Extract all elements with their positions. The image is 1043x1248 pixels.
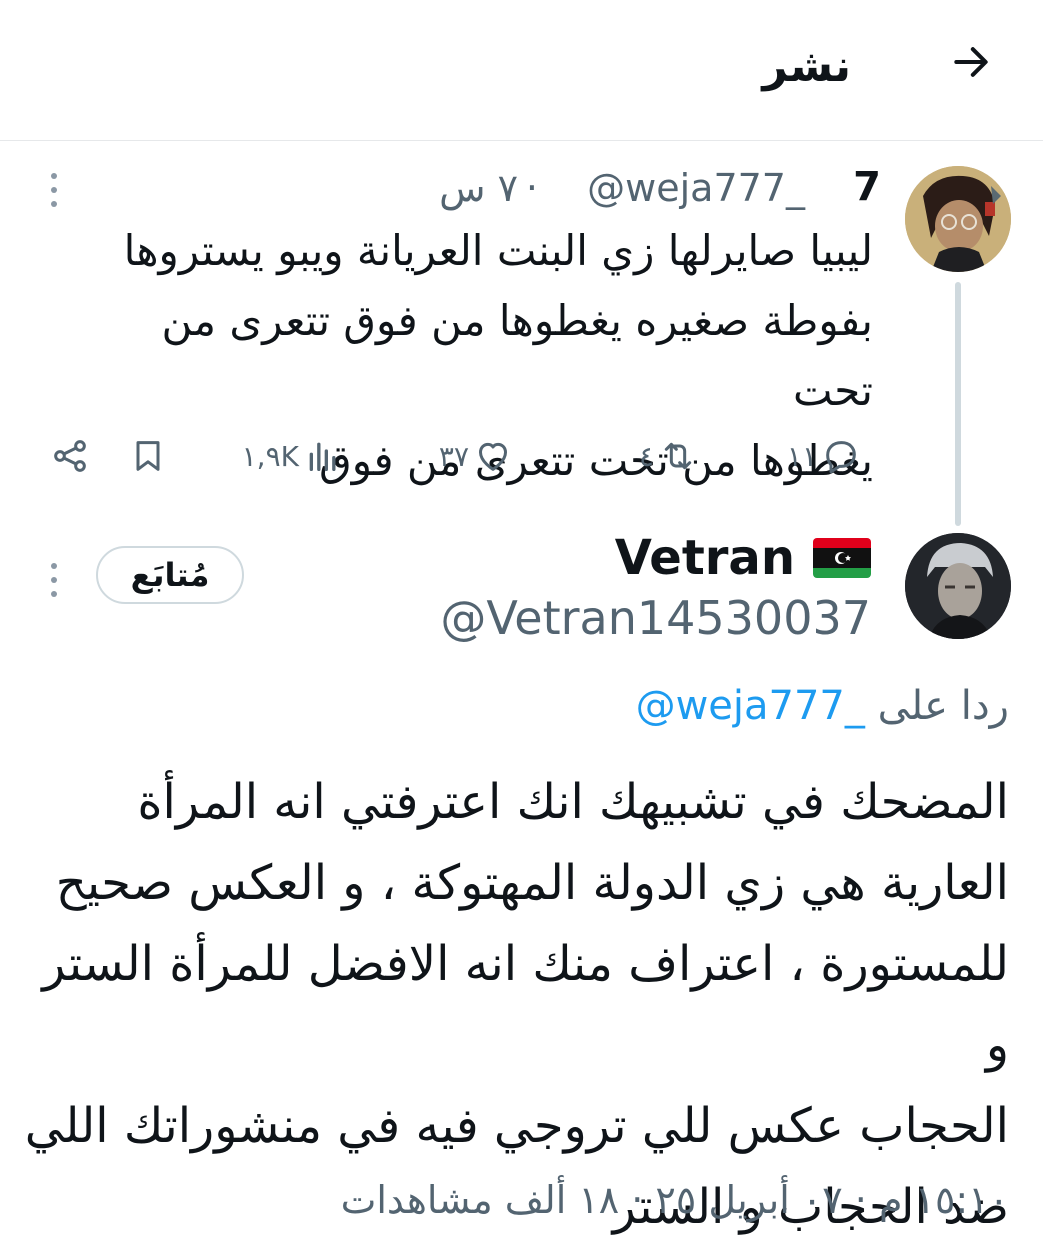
- author-handle[interactable]: @weja777_: [587, 165, 805, 211]
- libya-flag-icon: [813, 538, 871, 578]
- tweet-text-line: ليبيا صايرلها زي البنت العريانة ويبو يست…: [123, 226, 873, 275]
- tweet-time[interactable]: ٧ س: [439, 165, 518, 211]
- bookmark-button[interactable]: [128, 432, 168, 480]
- analytics-icon: [309, 442, 336, 471]
- reply-icon: [826, 441, 856, 474]
- tweet-text-line: المضحك في تشبيهك انك اعترفتي انه المرأة: [137, 774, 1009, 830]
- more-options-icon[interactable]: [42, 560, 66, 600]
- avatar[interactable]: [905, 533, 1011, 639]
- tweet-text-line: الحجاب عكس للي تروجي فيه في منشوراتك الل…: [24, 1098, 1009, 1154]
- mention-link[interactable]: @weja777_: [636, 683, 865, 729]
- author-name[interactable]: Vetran: [615, 528, 795, 588]
- retweet-count: ٤: [638, 439, 654, 473]
- replying-prefix: ردا على: [877, 683, 1009, 729]
- views-count: ١,٩K: [241, 439, 299, 473]
- retweet-icon: [664, 442, 692, 470]
- avatar[interactable]: [905, 166, 1011, 272]
- following-button[interactable]: مُتابَع: [96, 546, 244, 604]
- replying-to: ردا على @weja777_: [636, 680, 1009, 732]
- more-options-icon[interactable]: [42, 170, 66, 210]
- back-arrow-icon[interactable]: [949, 40, 993, 84]
- meta-separator: ·: [525, 166, 538, 210]
- tweet-text-line: العارية هي زي الدولة المهتوكة ، و العكس …: [55, 855, 1009, 911]
- author-name[interactable]: 7: [853, 162, 881, 212]
- tweet-text-line: بفوطة صغيره يغطوها من فوق تتعرى من تحت: [161, 296, 873, 415]
- share-icon: [54, 440, 86, 472]
- like-count: ٣٧: [438, 439, 469, 473]
- reply-count: ١١: [786, 439, 817, 473]
- top-bar: نشر: [0, 0, 1043, 141]
- like-button[interactable]: ٣٧: [439, 432, 513, 480]
- avatar-image: [905, 533, 1011, 639]
- tweet-text-line: للمستورة ، اعتراف منك انه الافضل للمرأة …: [42, 936, 1009, 1073]
- page-title: نشر: [762, 41, 851, 92]
- thread-connector: [955, 282, 961, 526]
- avatar-image: [905, 166, 1011, 272]
- tweet-text: المضحك في تشبيهك انك اعترفتي انه المرأة …: [19, 762, 1009, 1248]
- heart-icon: [479, 442, 507, 471]
- views-button[interactable]: ١,٩K: [242, 432, 343, 480]
- tweet-timestamp: ١٥:١٠ م · ٠٧ أبريل ٢٥ · ١٨ ألف مشاهدات: [340, 1178, 1009, 1222]
- reply-button[interactable]: ١١: [787, 432, 861, 480]
- share-button[interactable]: [50, 432, 90, 480]
- bookmark-icon: [136, 441, 160, 471]
- retweet-button[interactable]: ٤: [639, 432, 698, 480]
- author-handle[interactable]: @Vetran14530037: [440, 590, 871, 646]
